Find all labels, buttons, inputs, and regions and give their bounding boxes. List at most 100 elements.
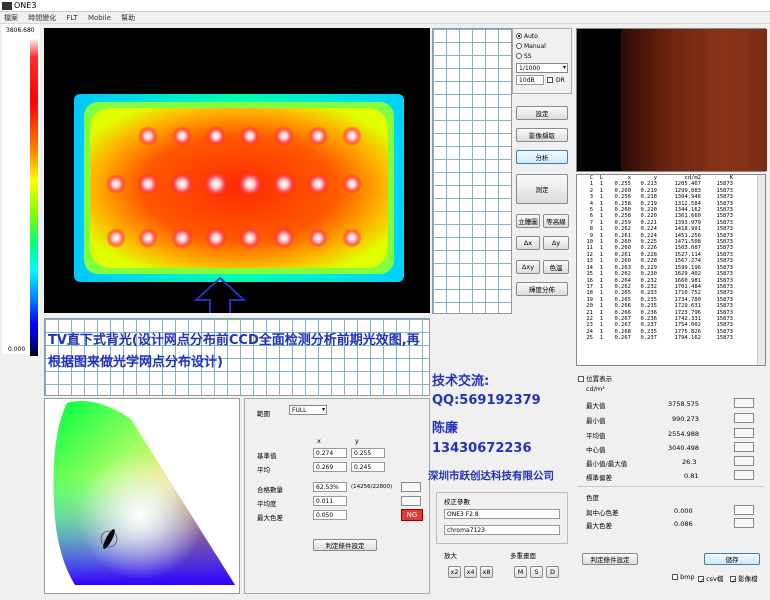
uniformity-label: 平均度 (257, 500, 277, 508)
app-logo-icon (2, 2, 12, 10)
stereo-button[interactable]: 立體圖 (516, 214, 540, 228)
color-title: 色度 (586, 494, 599, 502)
base-x-field[interactable]: 0.274 (313, 448, 347, 458)
color-value: 0.000 (674, 507, 693, 515)
contact-phone: 13430672236 (432, 441, 532, 456)
zoom-x8-button[interactable]: x8 (480, 566, 493, 578)
menu-file[interactable]: 檔案 (0, 12, 22, 24)
avg-label: 平均 (257, 466, 270, 474)
stat-value: 2554.988 (668, 430, 700, 438)
shutter-select[interactable]: 1/1000 (516, 63, 568, 73)
csv-checkbox[interactable]: ✓ (698, 576, 704, 585)
contact-name: 陈廉 (432, 421, 459, 436)
stat-value: 990.273 (672, 415, 699, 423)
multi-m-button[interactable]: M (514, 566, 527, 578)
table: C L x y cd/m2 K 1 1 0.255 0.213 1205.467 1587… (577, 175, 735, 342)
stat-label: 最大值 (586, 402, 606, 410)
stat-box (734, 470, 754, 480)
measurement-table[interactable]: C L x y cd/m2 K 1 1 0.255 0.213 1205.467 1587… (576, 174, 766, 366)
lum-dist-button[interactable]: 輝度分佈 (516, 282, 568, 296)
zoom-x4-button[interactable]: x4 (464, 566, 477, 578)
calib-file-field[interactable]: chroma7123 (444, 525, 560, 535)
judge-condition-button[interactable]: 判定條件設定 (313, 539, 377, 551)
analyze-button[interactable]: 分析 (516, 150, 568, 164)
delta-xy-button[interactable]: Δxy (516, 260, 540, 274)
table-cell: 25 (586, 335, 593, 342)
lens-field[interactable]: ONE3 F2.8 (444, 509, 560, 519)
col-x-header: x (317, 437, 321, 445)
judge-setting-button[interactable]: 判定條件設定 (582, 553, 638, 565)
stat-box (734, 398, 754, 408)
radio-manual[interactable]: Manual (516, 41, 571, 51)
image-checkbox[interactable]: ✓ (730, 576, 736, 585)
contact-title: 技术交流: (432, 374, 490, 389)
table-scrollbar[interactable] (757, 175, 765, 365)
measure-button[interactable]: 測定 (516, 174, 568, 204)
base-y-field[interactable]: 0.255 (351, 448, 385, 458)
stat-box (734, 456, 754, 466)
color-scale-bar (30, 38, 38, 356)
radio-ss[interactable]: SS (516, 51, 571, 61)
menu-mobile[interactable]: Mobile (84, 13, 115, 23)
uniformity-box (401, 496, 421, 506)
menu-flt[interactable]: FLT (62, 13, 81, 23)
camera-preview (576, 28, 767, 172)
stat-label: 中心值 (586, 446, 606, 454)
avg-x-field: 0.269 (313, 462, 347, 472)
contact-company: 深圳市跃创达科技有限公司 (428, 470, 554, 482)
multi-s-button[interactable]: S (530, 566, 543, 578)
image-label: 影像檔 (738, 575, 758, 583)
range-select[interactable]: FULL (289, 405, 327, 415)
stats-panel: 位置表示 cd/m² 最大值 3758.575 最小值 990.273 平均值 … (576, 370, 766, 598)
calib-title: 校正參數 (444, 498, 470, 506)
menu-help[interactable]: 幫助 (117, 12, 139, 24)
calibration-panel: 校正參數 ONE3 F2.8 chroma7123 放大 多重畫面 x2 x4 … (432, 490, 572, 594)
color-label: 與中心色差 (586, 509, 619, 517)
camera-image (621, 29, 767, 171)
menu-time-change[interactable]: 時間變化 (24, 12, 60, 24)
stat-label: 平均值 (586, 432, 606, 440)
zoom-x2-button[interactable]: x2 (448, 566, 461, 578)
color-temp-button[interactable]: 色溫 (543, 260, 569, 274)
cie-diagram (44, 398, 240, 594)
bmp-checkbox[interactable] (672, 574, 678, 580)
caption-text: TV直下式背光(设计网点分布前CCD全面检测分析前期光效图,再根据图来做光学网点… (48, 333, 420, 370)
luminance-heatmap[interactable] (44, 28, 430, 313)
range-label: 範圍 (257, 410, 270, 418)
radio-ss-label: SS (524, 52, 532, 60)
judge-panel: 範圍 FULL x y 基準值 0.274 0.255 平均 0.269 0.2… (244, 398, 430, 594)
stat-label: 最小值 (586, 417, 606, 425)
multi-d-button[interactable]: D (546, 566, 559, 578)
position-label: 位置表示 (586, 375, 613, 383)
stat-label: 最小值/最大值 (586, 460, 628, 468)
color-scale: 3806.680 0.000 (2, 24, 40, 356)
stats-unit: cd/m² (586, 385, 605, 393)
radio-auto-label: Auto (524, 32, 538, 40)
save-button[interactable]: 儲存 (704, 553, 760, 565)
contact-qq: QQ:569192379 (432, 393, 541, 408)
radio-manual-label: Manual (524, 42, 546, 50)
scale-min: 0.000 (8, 346, 26, 353)
contour-button[interactable]: 等高線 (543, 214, 569, 228)
stat-value: 26.3 (682, 458, 697, 466)
pass-rate-label: 合格數量 (257, 486, 283, 494)
color-value: 0.086 (674, 520, 693, 528)
profile-grid-vertical (432, 28, 512, 314)
pass-box (401, 482, 421, 492)
table-cell: 0.267 (614, 335, 631, 342)
csv-label: csv檔 (706, 575, 724, 583)
delta-x-button[interactable]: Δx (516, 236, 540, 250)
exposure-panel: Auto Manual SS 1/1000 10dB DR (512, 28, 572, 94)
delta-y-button[interactable]: Δy (543, 236, 569, 250)
settings-button[interactable]: 設定 (516, 106, 568, 120)
max-diff-field: 0.050 (313, 510, 347, 520)
window-title: ONE3 (14, 1, 37, 10)
nd-field[interactable]: 10dB (516, 75, 544, 85)
capture-button[interactable]: 影像擷取 (516, 128, 568, 142)
dr-checkbox[interactable] (547, 77, 553, 83)
position-checkbox[interactable] (578, 376, 584, 382)
table-cell: 1794.162 (674, 335, 702, 342)
table-row[interactable]: 25 1 0.267 0.237 1794.162 15873 (577, 335, 735, 341)
uniformity-field: 0.011 (313, 496, 347, 506)
radio-auto[interactable]: Auto (516, 31, 571, 41)
